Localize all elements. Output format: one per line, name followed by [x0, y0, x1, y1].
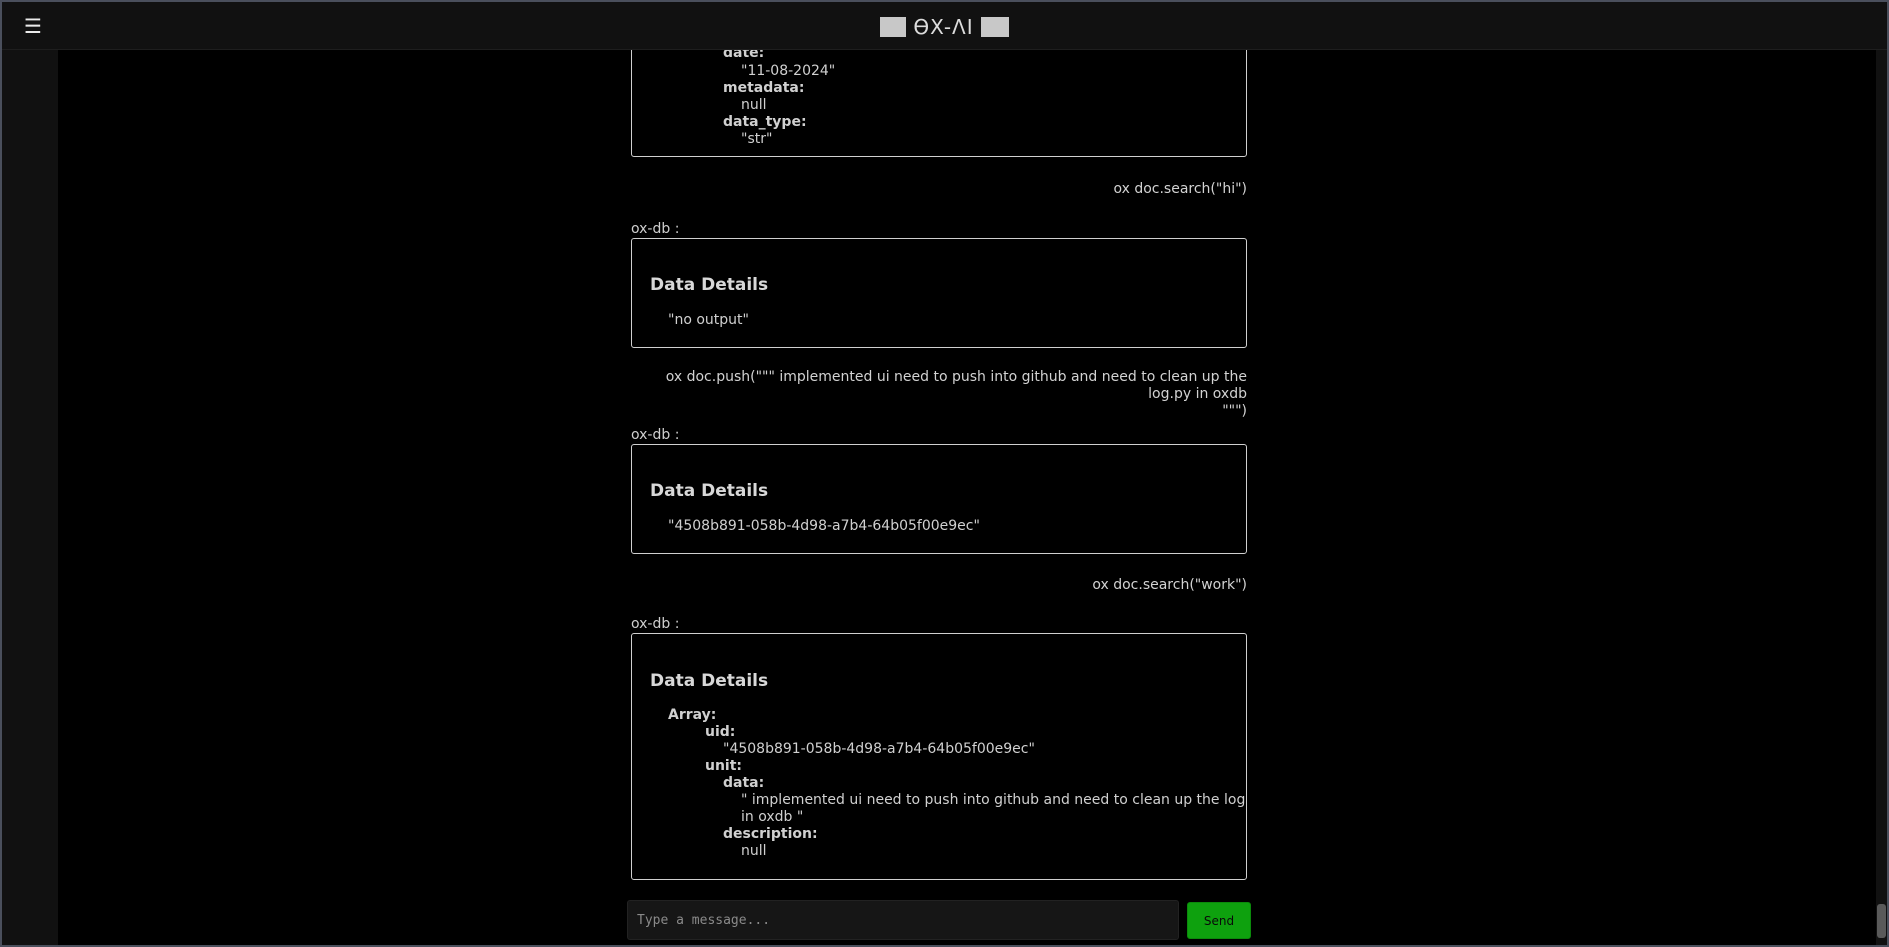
- chat-log: date: "11-08-2024" metadata: null data_t…: [631, 50, 1247, 892]
- scrollbar-thumb[interactable]: [1877, 904, 1886, 938]
- metadata-key: metadata:: [723, 80, 805, 96]
- user-message: ox doc.push(""" implemented ui need to p…: [631, 369, 1247, 420]
- send-button[interactable]: Send: [1187, 902, 1251, 939]
- array-key: Array:: [668, 707, 717, 723]
- data-type-key: data_type:: [723, 114, 807, 130]
- date-key: date:: [723, 50, 765, 61]
- uid-key: uid:: [705, 724, 736, 740]
- uid-value: "4508b891-058b-4d98-a7b4-64b05f00e9ec": [723, 741, 1035, 757]
- card-title: Data Details: [650, 481, 769, 501]
- brand-logo: ϴX-ΛI: [2, 15, 1887, 39]
- brand-block-left: [880, 17, 907, 37]
- card-value: "no output": [668, 312, 749, 328]
- brand-block-right: [980, 17, 1009, 37]
- user-message: ox doc.search("work"): [1092, 577, 1247, 593]
- top-bar: ☰ ϴX-ΛI: [2, 2, 1887, 50]
- card-title: Data Details: [650, 275, 769, 295]
- data-value-line: " implemented ui need to push into githu…: [741, 792, 1247, 808]
- description-key: description:: [723, 826, 818, 842]
- bot-label: ox-db :: [631, 427, 680, 443]
- message-input[interactable]: [627, 900, 1179, 940]
- bot-label: ox-db :: [631, 616, 680, 632]
- response-card: Data Details "4508b891-058b-4d98-a7b4-64…: [631, 444, 1247, 554]
- data-key: data:: [723, 775, 765, 791]
- scrollbar-track[interactable]: [1876, 50, 1887, 945]
- date-value: "11-08-2024": [741, 63, 836, 79]
- unit-key: unit:: [705, 758, 743, 774]
- description-value: null: [741, 843, 767, 859]
- bot-label: ox-db :: [631, 221, 680, 237]
- left-sidebar-rail: [2, 50, 58, 945]
- card-title: Data Details: [650, 671, 769, 691]
- metadata-value: null: [741, 97, 767, 113]
- user-message-line: """): [1222, 403, 1247, 419]
- response-card-partial: date: "11-08-2024" metadata: null data_t…: [631, 50, 1247, 157]
- data-type-value: "str": [741, 131, 773, 147]
- card-value: "4508b891-058b-4d98-a7b4-64b05f00e9ec": [668, 518, 980, 534]
- user-message-line: ox doc.push(""" implemented ui need to p…: [665, 369, 1247, 402]
- user-message: ox doc.search("hi"): [1113, 181, 1247, 197]
- response-card: Data Details Array: uid: "4508b891-058b-…: [631, 633, 1247, 880]
- data-value-line: in oxdb ": [741, 809, 804, 825]
- response-card: Data Details "no output": [631, 238, 1247, 348]
- brand-text: ϴX-ΛI: [913, 15, 974, 39]
